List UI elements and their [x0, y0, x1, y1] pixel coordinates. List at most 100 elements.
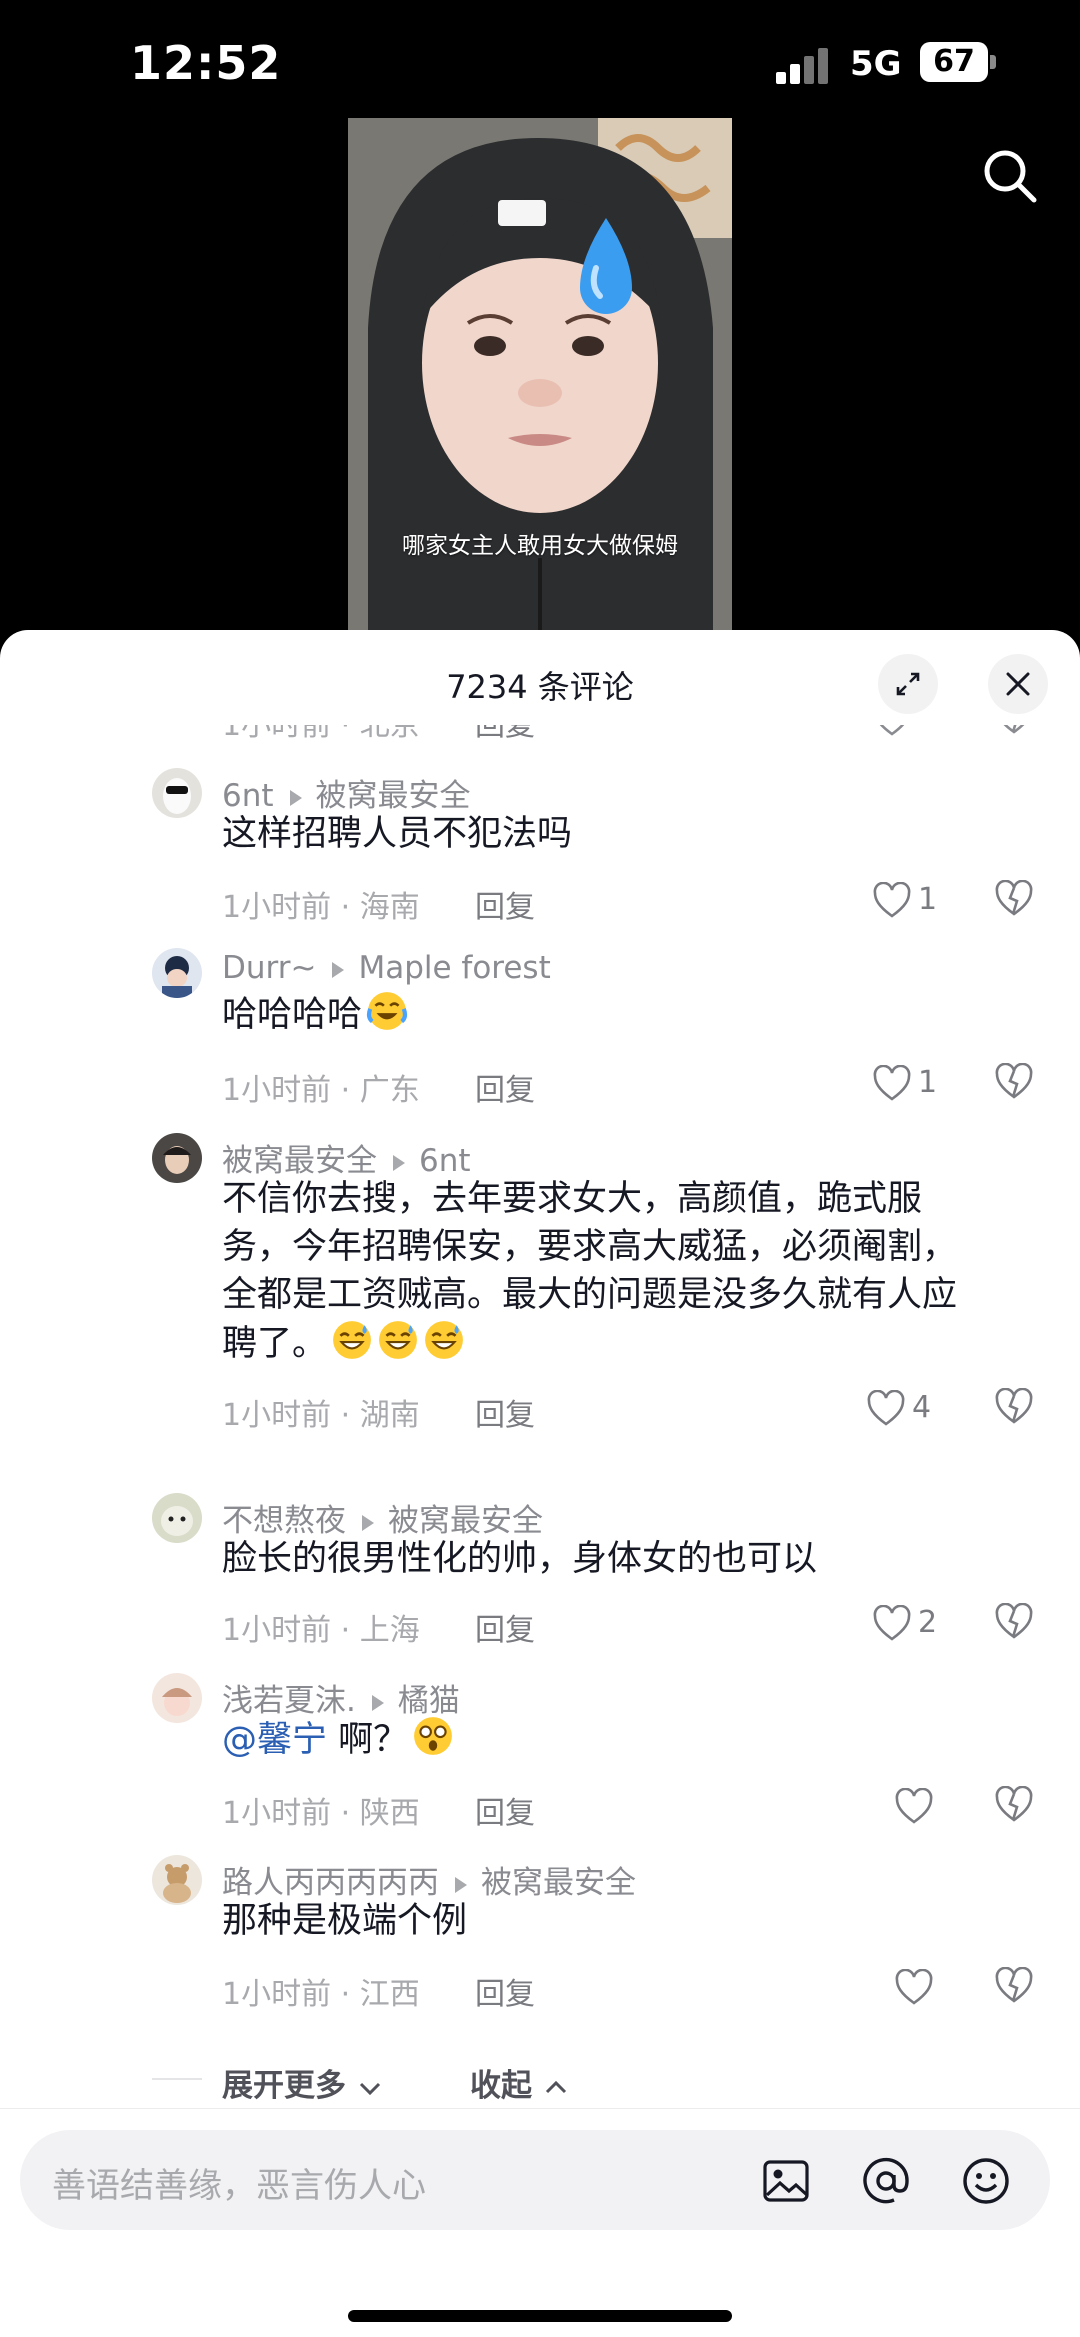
status-time: 12:52	[130, 36, 282, 90]
avatar[interactable]	[152, 1673, 202, 1723]
at-icon	[863, 2157, 909, 2204]
dislike-button[interactable]	[994, 1387, 1038, 1432]
avatar[interactable]	[152, 1493, 202, 1543]
like-button[interactable]: 4	[866, 1388, 936, 1432]
reply-button[interactable]: 回复	[475, 1065, 535, 1109]
expand-replies-row: 展开更多 收起	[0, 2050, 1080, 2110]
dislike-button[interactable]	[994, 879, 1038, 924]
video-player[interactable]: 哪家女主人敢用女大做保姆	[348, 118, 732, 638]
comment-author-line: 路人丙丙丙丙丙 被窝最安全	[222, 1857, 636, 1902]
avatar[interactable]	[152, 948, 202, 998]
comment-author[interactable]: 不想熬夜	[222, 1503, 346, 1539]
search-icon[interactable]	[980, 146, 1040, 206]
comment-text: @馨宁 啊？	[222, 1715, 1032, 1764]
reply-button[interactable]: 回复	[475, 882, 535, 926]
comment-time-location: 1小时前 · 广东	[222, 1073, 420, 1108]
image-button[interactable]	[760, 2155, 812, 2207]
reply-button[interactable]: 回复	[475, 725, 535, 744]
sweat-smile-emoji-icon	[425, 1321, 463, 1359]
home-indicator[interactable]	[348, 2310, 732, 2322]
reply-button[interactable]: 回复	[475, 1788, 535, 1832]
heart-icon	[867, 1390, 905, 1426]
reply-to-user[interactable]: 被窝最安全	[388, 1503, 543, 1539]
comment-author-line: 被窝最安全 6nt	[222, 1135, 471, 1180]
dislike-button[interactable]	[994, 1785, 1038, 1830]
broken-heart-icon	[995, 1602, 1033, 1639]
reply-button[interactable]: 回复	[475, 1390, 535, 1434]
dislike-button[interactable]	[994, 725, 1038, 742]
avatar[interactable]	[152, 1855, 202, 1905]
reply-to-user[interactable]: Maple forest	[358, 950, 550, 986]
video-caption: 哪家女主人敢用女大做保姆	[402, 533, 678, 559]
like-count: 2	[918, 1605, 938, 1640]
signal-icon	[776, 48, 836, 84]
comment-author[interactable]: 路人丙丙丙丙丙	[222, 1865, 439, 1901]
reply-arrow-icon	[289, 789, 302, 806]
comment-input-placeholder: 善语结善缘，恶言伤人心	[52, 2166, 426, 2206]
comment-text: 脸长的很男性化的帅，身体女的也可以	[222, 1539, 818, 1579]
reply-arrow-icon	[393, 1154, 405, 1171]
comment-author[interactable]: Durr~	[222, 950, 316, 986]
reply-to-user[interactable]: 橘猫	[398, 1683, 460, 1719]
like-count: 1	[918, 882, 938, 917]
comment-input[interactable]: 善语结善缘，恶言伤人心	[20, 2130, 1050, 2230]
heart-icon	[873, 1065, 911, 1101]
chevron-down-icon	[359, 2082, 380, 2095]
heart-icon	[895, 1788, 933, 1824]
comment-author[interactable]: 6nt	[222, 778, 274, 814]
chevron-up-icon	[545, 2080, 566, 2093]
comment-text: 不信你去搜，去年要求女大，高颜值，跪式服 务，今年招聘保安，要求高大威猛，必须阉…	[222, 1179, 958, 1364]
dislike-button[interactable]	[994, 1602, 1038, 1647]
comment-time-location: 1小时前 · 湖南	[222, 1398, 420, 1433]
sheet-header: 7234 条评论	[0, 630, 1080, 730]
comment-time-location: 1小时前 · 陕西	[222, 1796, 420, 1831]
comment-author-line: 6nt 被窝最安全	[222, 770, 471, 815]
comment-author[interactable]: 被窝最安全	[222, 1143, 377, 1179]
dizzy-emoji-icon	[414, 1717, 453, 1755]
like-button[interactable]: 1	[872, 1063, 942, 1107]
battery-icon: 67	[920, 42, 996, 82]
reply-button[interactable]: 回复	[475, 1969, 535, 2013]
comment-time-location: 1小时前 · 上海	[222, 1613, 420, 1648]
broken-heart-icon	[995, 1785, 1033, 1822]
comment-author[interactable]: 浅若夏沫.	[222, 1683, 356, 1719]
heart-icon	[879, 725, 905, 736]
reply-to-user[interactable]: 6nt	[419, 1143, 471, 1179]
comment-text: 那种是极端个例	[222, 1901, 468, 1941]
reply-to-user[interactable]: 被窝最安全	[481, 1865, 636, 1901]
like-button[interactable]	[872, 725, 942, 742]
mention-button[interactable]	[860, 2155, 912, 2207]
divider	[0, 2108, 1080, 2109]
reply-button[interactable]: 回复	[475, 1605, 535, 1649]
like-button[interactable]	[894, 1967, 964, 2011]
comment-author-line: 浅若夏沫. 橘猫	[222, 1675, 460, 1720]
emoji-button[interactable]	[960, 2155, 1012, 2207]
reply-arrow-icon	[362, 1514, 374, 1531]
dislike-button[interactable]	[994, 1966, 1038, 2011]
comment-author-line: Durr~ Maple forest	[222, 950, 551, 986]
broken-heart-icon	[995, 1966, 1033, 2003]
broken-heart-icon	[1003, 725, 1025, 734]
like-button[interactable]: 1	[872, 880, 942, 924]
close-icon	[1006, 672, 1030, 696]
reply-to-user[interactable]: 被窝最安全	[316, 778, 471, 814]
comment-time-location: 1小时前 · 北京	[222, 725, 420, 743]
comment-list[interactable]: 1小时前 · 北京 回复 6nt 被窝最安全 这样招聘人员不犯法吗 1小时前 · …	[0, 725, 1080, 2055]
collapse-button[interactable]: 收起	[470, 2060, 569, 2105]
like-button[interactable]: 2	[872, 1603, 942, 1647]
expand-more-button[interactable]: 展开更多	[222, 2060, 383, 2105]
like-button[interactable]	[894, 1786, 964, 1830]
expand-sheet-button[interactable]	[878, 654, 938, 714]
heart-icon	[873, 882, 911, 918]
crying-laughing-emoji-icon	[366, 992, 408, 1030]
comment-author-line: 不想熬夜 被窝最安全	[222, 1495, 543, 1540]
fullscreen-icon	[896, 672, 920, 696]
like-count: 1	[918, 1065, 938, 1100]
avatar[interactable]	[152, 768, 202, 818]
avatar[interactable]	[152, 1133, 202, 1183]
dislike-button[interactable]	[994, 1062, 1038, 1107]
comment-time-location: 1小时前 · 江西	[222, 1977, 420, 2012]
mention-link[interactable]: @馨宁	[222, 1720, 327, 1760]
close-button[interactable]	[988, 654, 1048, 714]
divider	[152, 2078, 202, 2080]
